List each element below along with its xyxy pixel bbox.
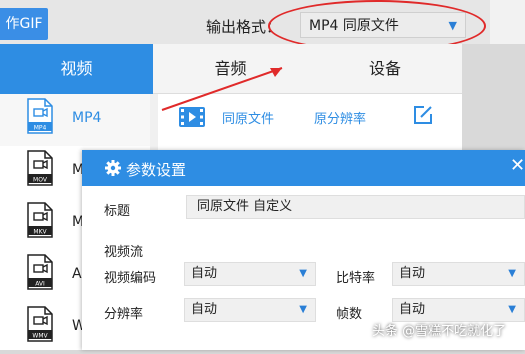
close-icon[interactable]: ✕ [510, 155, 525, 176]
resolution-label: 分辨率 [104, 307, 144, 322]
video-codec-select[interactable]: 自动 ▼ [184, 262, 316, 286]
preset-resolution: 原分辨率 [314, 112, 367, 127]
framerate-select[interactable]: 自动 ▼ [392, 298, 525, 322]
tab-device[interactable]: 设备 [308, 44, 462, 94]
mov-file-icon: MOV [27, 150, 53, 186]
svg-text:MOV: MOV [33, 177, 48, 184]
chevron-down-icon: ▼ [508, 304, 516, 315]
wmv-file-icon: WMV [27, 306, 53, 342]
video-codec-value: 自动 [191, 266, 218, 281]
annotation-arrow [161, 67, 283, 111]
chevron-down-icon: ▼ [299, 304, 307, 315]
avi-file-icon: AVI [27, 254, 53, 290]
framerate-value: 自动 [399, 302, 426, 317]
resolution-select[interactable]: 自动 ▼ [184, 298, 316, 322]
chevron-down-icon: ▼ [508, 268, 516, 279]
gear-icon [105, 160, 121, 176]
video-codec-label: 视频编码 [104, 271, 157, 286]
format-name: MP4 [72, 110, 102, 126]
make-gif-button[interactable]: 作GIF [0, 8, 48, 40]
window-edge [490, 0, 525, 44]
tab-video[interactable]: 视频 [0, 44, 153, 94]
list-item[interactable]: MP4 MP4 [0, 94, 150, 146]
svg-text:AVI: AVI [35, 281, 45, 288]
format-name: A [72, 266, 82, 282]
mkv-file-icon: MKV [27, 202, 53, 238]
bitrate-select[interactable]: 自动 ▼ [392, 262, 525, 286]
video-stream-label: 视频流 [104, 245, 144, 260]
resolution-value: 自动 [191, 302, 218, 317]
title-input[interactable]: 同原文件 自定义 [186, 195, 525, 219]
svg-text:MKV: MKV [33, 229, 47, 236]
dialog-title: 参数设置 [126, 161, 187, 179]
chevron-down-icon: ▼ [299, 268, 307, 279]
framerate-label: 帧数 [336, 307, 363, 322]
svg-text:WMV: WMV [32, 333, 48, 340]
svg-text:MP4: MP4 [34, 125, 47, 132]
title-label: 标题 [104, 204, 131, 219]
mp4-file-icon: MP4 [27, 98, 53, 134]
edit-icon[interactable] [412, 104, 434, 126]
dialog-header: 参数设置 ✕ [82, 150, 525, 186]
bitrate-value: 自动 [399, 266, 426, 281]
bitrate-label: 比特率 [336, 271, 376, 286]
watermark-text: 头条 @雪糕不吃就化了 [372, 324, 507, 339]
